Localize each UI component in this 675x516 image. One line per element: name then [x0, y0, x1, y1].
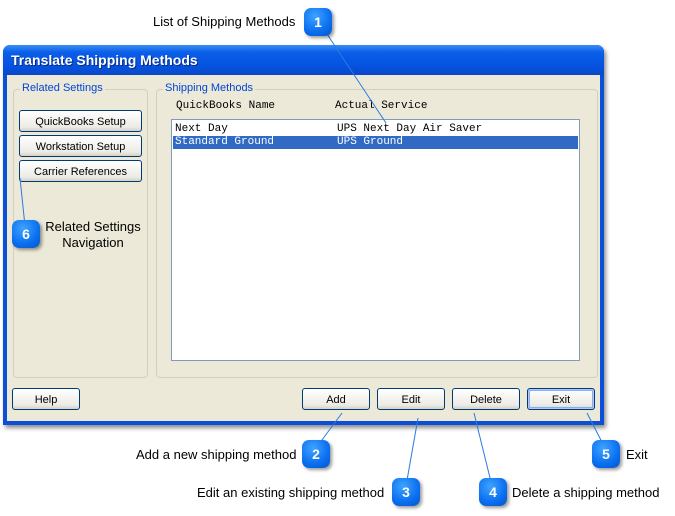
callout-text-4: Delete a shipping method: [512, 485, 660, 500]
callout-badge-5: 5: [592, 440, 620, 468]
callout-line-6: [19, 177, 26, 227]
callout-text-3: Edit an existing shipping method: [197, 485, 385, 500]
callout-line-4: [473, 412, 493, 487]
callout-lines: [19, 27, 606, 487]
callout-badge-1: 1: [304, 8, 332, 36]
callout-badge-4: 4: [479, 478, 507, 506]
callout-badge-6: 6: [12, 220, 40, 248]
callout-text-1: List of Shipping Methods: [153, 14, 296, 29]
callout-badge-3: 3: [392, 478, 420, 506]
callout-line-1: [322, 27, 387, 124]
callout-text-5: Exit: [626, 447, 648, 462]
callout-line-3: [405, 417, 419, 487]
callout-text-2: Add a new shipping method: [136, 447, 297, 462]
callout-badge-2: 2: [302, 440, 330, 468]
callout-text-6: Related Settings Navigation: [45, 219, 141, 250]
